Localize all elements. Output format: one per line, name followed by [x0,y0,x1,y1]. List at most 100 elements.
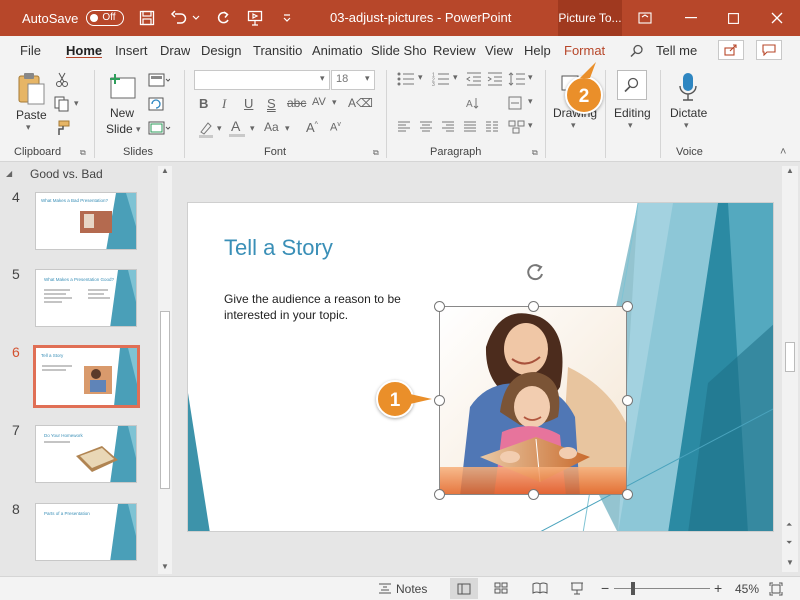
zoom-slider-thumb[interactable] [631,582,635,595]
rotate-handle-icon[interactable] [524,262,546,287]
ribbon-display-options-icon[interactable] [622,0,668,36]
present-icon[interactable] [246,9,264,27]
dictate-label[interactable]: Dictate [670,106,707,120]
slide-show-icon[interactable] [570,582,584,598]
new-slide-icon[interactable] [107,72,139,105]
character-spacing-dropdown-icon[interactable]: ▾ [332,97,337,108]
bold-icon[interactable]: B [199,96,208,111]
resize-handle-top-right[interactable] [622,301,633,312]
font-color-icon[interactable]: A [231,118,240,134]
tab-file[interactable]: File [20,43,41,58]
tab-animations[interactable]: Animatio [312,43,364,58]
tab-transitions[interactable]: Transitio [253,43,307,58]
copy-icon[interactable] [54,96,70,115]
clear-formatting-icon[interactable]: A⌫ [348,96,373,110]
resize-handle-bottom-left[interactable] [434,489,445,500]
bullets-icon[interactable] [397,72,415,89]
editing-button-label[interactable]: Editing [614,106,651,120]
zoom-slider-track[interactable] [614,588,710,589]
minimize-icon[interactable] [668,0,714,36]
undo-icon[interactable] [170,9,188,27]
shadow-icon[interactable]: S [267,96,276,111]
lightbulb-search-icon[interactable] [630,44,644,61]
slide-thumbnail-6-selected[interactable]: Tell a Story [33,345,140,408]
tab-home[interactable]: Home [66,43,103,58]
current-slide[interactable]: Tell a Story Give the audience a reason … [187,202,774,532]
tab-design[interactable]: Design [201,43,241,58]
bullets-dropdown-icon[interactable]: ▾ [418,72,423,83]
new-slide-dropdown-icon[interactable]: ▾ [136,124,141,135]
slide-body-text[interactable]: Give the audience a reason to be interes… [224,291,414,323]
columns-icon[interactable] [485,121,499,136]
section-title[interactable]: Good vs. Bad [30,167,103,181]
paste-label[interactable]: Paste [16,108,47,122]
numbering-icon[interactable]: 123 [432,72,450,89]
zoom-out-icon[interactable]: − [601,580,609,596]
font-launcher-icon[interactable]: ⧉ [373,148,379,158]
close-icon[interactable] [754,0,800,36]
section-collapse-icon[interactable]: ◢ [6,169,12,178]
redo-icon[interactable] [214,9,232,27]
resize-handle-right[interactable] [622,395,633,406]
reset-icon[interactable] [148,97,164,114]
microphone-icon[interactable] [678,72,698,105]
numbering-dropdown-icon[interactable]: ▾ [453,72,458,83]
font-color-dropdown-icon[interactable]: ▾ [250,123,255,134]
smartart-dropdown-icon[interactable]: ▾ [528,120,533,131]
dictate-dropdown-icon[interactable]: ▾ [684,120,689,131]
comments-icon[interactable] [756,40,782,60]
undo-dropdown-icon[interactable] [192,9,200,27]
find-icon[interactable] [617,70,647,100]
character-spacing-icon[interactable]: AV [312,96,326,108]
align-center-icon[interactable] [419,121,433,136]
clipboard-launcher-icon[interactable]: ⧉ [80,148,86,158]
line-spacing-dropdown-icon[interactable]: ▾ [528,72,533,83]
resize-handle-left[interactable] [434,395,445,406]
highlight-icon[interactable] [197,120,215,141]
resize-handle-top[interactable] [528,301,539,312]
paragraph-launcher-icon[interactable]: ⧉ [532,148,538,158]
editing-dropdown-icon[interactable]: ▾ [628,120,633,131]
tab-help[interactable]: Help [524,43,551,58]
format-painter-icon[interactable] [54,120,70,139]
resize-handle-bottom-right[interactable] [622,489,633,500]
tab-draw[interactable]: Draw [160,43,190,58]
slide-thumbnail-5[interactable]: What Makes a Presentation Good? [35,269,137,327]
decrease-font-size-icon[interactable]: Av [330,121,341,134]
next-slide-icon[interactable]: ⏷ [786,538,792,548]
resize-handle-bottom[interactable] [528,489,539,500]
increase-font-size-icon[interactable]: A^ [306,120,318,135]
tab-view[interactable]: View [485,43,513,58]
align-left-icon[interactable] [397,121,411,136]
paste-icon[interactable] [16,72,46,109]
reading-view-icon[interactable] [532,582,548,597]
slide-scroll-thumb[interactable] [785,342,795,372]
maximize-icon[interactable] [710,0,756,36]
highlight-dropdown-icon[interactable]: ▾ [217,123,222,134]
scroll-up-icon[interactable]: ▲ [161,166,169,175]
scroll-down-icon[interactable]: ▼ [786,558,794,567]
align-text-dropdown-icon[interactable]: ▾ [528,96,533,107]
resize-handle-top-left[interactable] [434,301,445,312]
italic-icon[interactable]: I [222,96,226,112]
new-slide-label-2[interactable]: Slide [106,122,133,136]
cut-icon[interactable] [55,72,69,91]
font-name-combobox[interactable] [194,70,330,90]
scroll-down-icon[interactable]: ▼ [161,562,169,571]
line-spacing-icon[interactable] [508,72,526,89]
fit-to-window-icon[interactable] [769,582,783,599]
change-case-dropdown-icon[interactable]: ▾ [285,123,290,134]
notes-button[interactable]: Notes [396,582,427,596]
slide-thumbnail-7[interactable]: Do Your Homework [35,425,137,483]
selected-picture[interactable] [439,306,627,495]
text-direction-icon[interactable]: A [466,96,486,113]
decrease-indent-icon[interactable] [466,72,482,89]
section-icon[interactable] [148,121,172,138]
customize-qat-icon[interactable] [278,9,296,27]
align-right-icon[interactable] [441,121,455,136]
tab-review[interactable]: Review [433,43,476,58]
align-text-icon[interactable] [508,96,526,113]
tab-format[interactable]: Format [564,43,605,58]
tell-me-search[interactable]: Tell me [656,43,697,58]
layout-icon[interactable] [148,73,171,90]
